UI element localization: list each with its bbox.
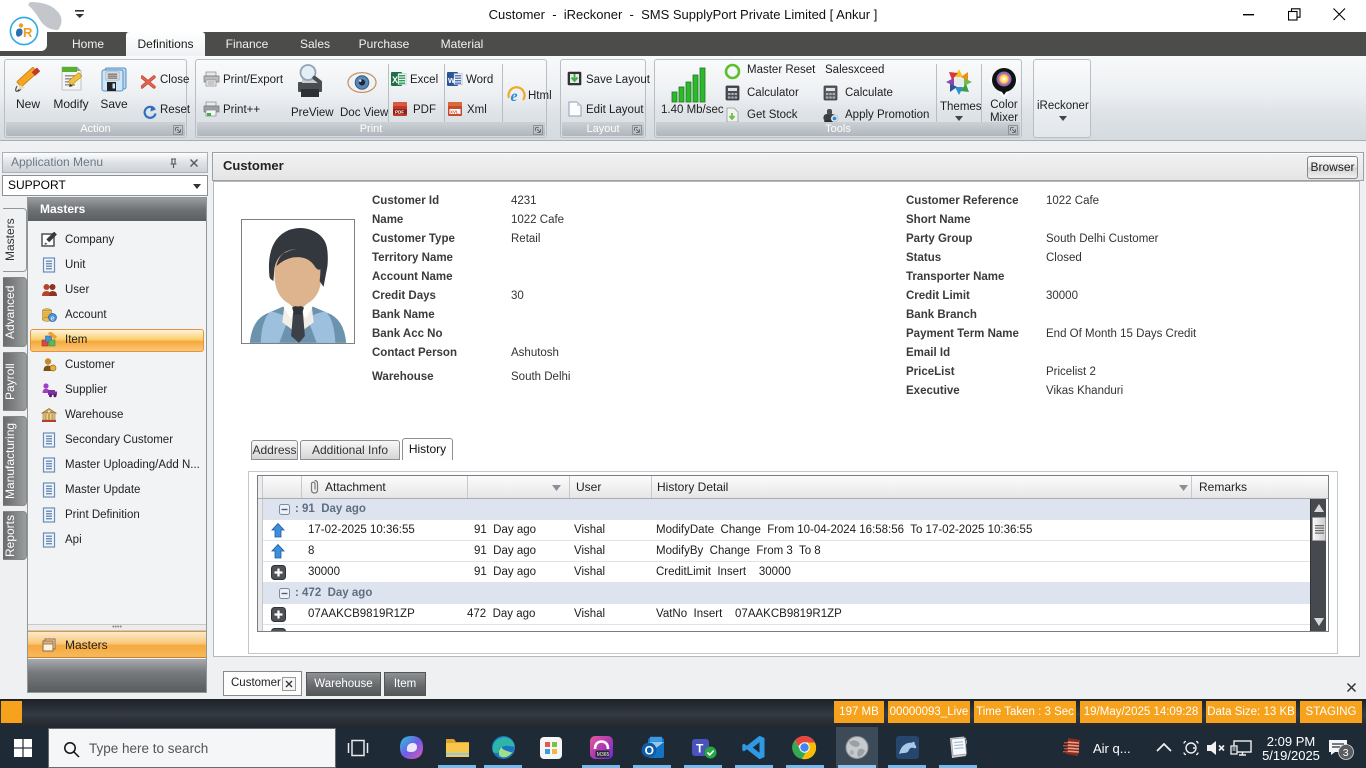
svg-text:R: R — [23, 25, 33, 40]
svg-text:O: O — [645, 744, 654, 758]
svg-text:3: 3 — [1343, 747, 1349, 759]
svg-text:e: e — [511, 88, 518, 105]
svg-text:e: e — [51, 313, 55, 322]
svg-text:w: w — [447, 75, 456, 85]
svg-text:XVL: XVL — [450, 109, 459, 114]
svg-text:M365: M365 — [597, 752, 610, 758]
svg-text:X: X — [392, 75, 398, 85]
svg-text:T: T — [696, 742, 704, 756]
svg-text:PDF: PDF — [395, 110, 404, 115]
